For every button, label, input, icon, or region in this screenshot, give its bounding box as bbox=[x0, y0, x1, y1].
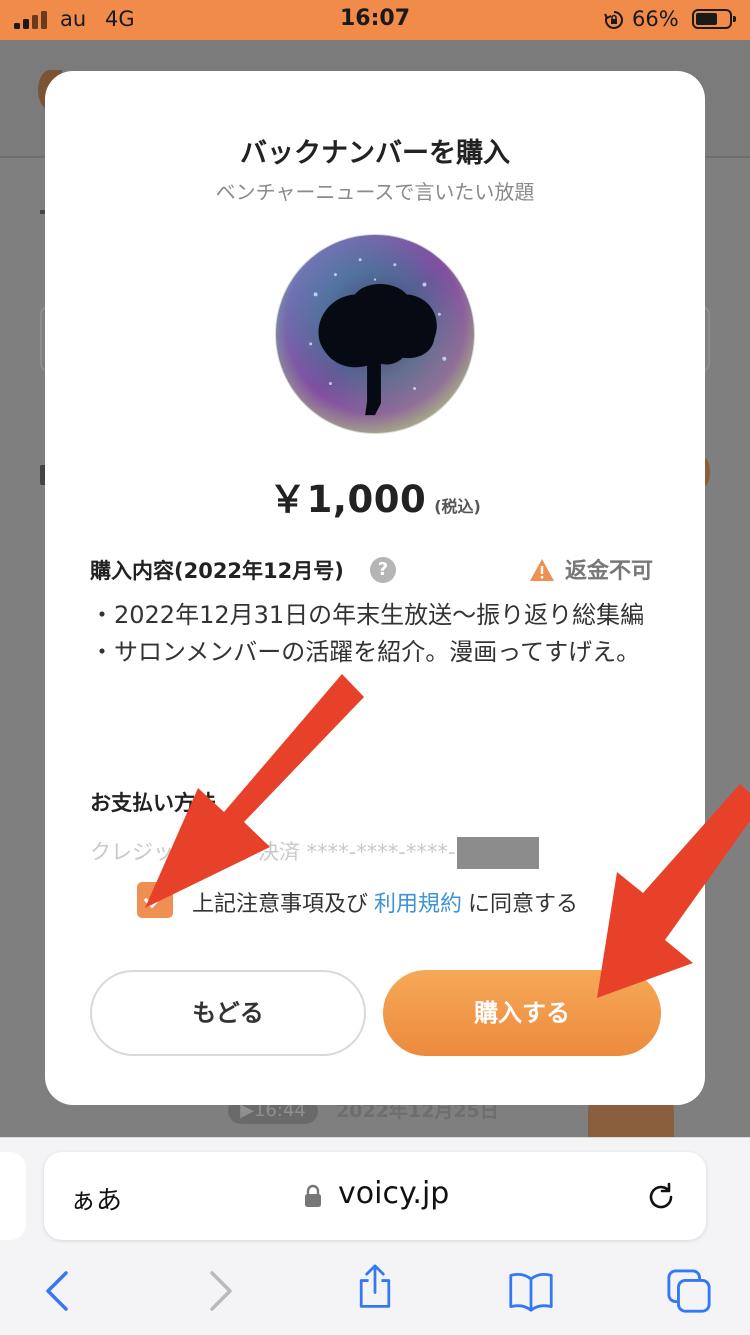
modal-title: バックナンバーを購入 bbox=[240, 138, 510, 169]
tabs-icon[interactable] bbox=[666, 1268, 712, 1314]
price: ￥1,000 (税込) bbox=[45, 469, 705, 523]
agree-label: 上記注意事項及び 利用規約 に同意する bbox=[192, 886, 578, 918]
redacted-card-number bbox=[457, 837, 540, 869]
no-refund-label: 返金不可 bbox=[565, 559, 654, 584]
payment-title: お支払い方法 bbox=[90, 791, 216, 815]
agree-checkbox[interactable] bbox=[137, 882, 173, 918]
details-line: ・2022年12月31日の年末生放送〜振り返り総集編 bbox=[90, 601, 645, 629]
payment-method: クレジットカード決済 ****-****-****- bbox=[90, 836, 540, 869]
battery-icon bbox=[692, 9, 736, 29]
price-amount: ￥1,000 bbox=[269, 478, 427, 521]
purchase-modal: バックナンバーを購入 ベンチャーニュースで言いたい放題 ￥1,000 (税込) … bbox=[45, 71, 705, 1105]
payment-method-label: クレジットカード決済 ****-****-****- bbox=[90, 840, 456, 864]
help-icon[interactable]: ? bbox=[370, 557, 396, 583]
agree-suffix: に同意する bbox=[468, 892, 579, 917]
agree-prefix: 上記注意事項及び bbox=[192, 892, 369, 917]
forward-icon[interactable] bbox=[196, 1268, 242, 1314]
address-bar[interactable]: ぁあ voicy.jp bbox=[44, 1152, 706, 1240]
terms-link[interactable]: 利用規約 bbox=[374, 892, 462, 917]
details-body: ・2022年12月31日の年末生放送〜振り返り総集編 ・サロンメンバーの活躍を紹… bbox=[90, 597, 660, 671]
details-line: ・サロンメンバーの活躍を紹介。漫画ってすげえ。 bbox=[90, 638, 641, 666]
warning-icon bbox=[530, 559, 554, 581]
reload-icon[interactable] bbox=[644, 1180, 678, 1214]
details-title: 購入内容(2022年12月号) bbox=[90, 559, 344, 583]
back-icon[interactable] bbox=[36, 1268, 82, 1314]
back-button[interactable]: もどる bbox=[90, 970, 366, 1056]
lock-icon bbox=[305, 1184, 321, 1207]
status-bar: au 4G 16:07 66% bbox=[0, 0, 750, 40]
page-settings-button[interactable]: ぁあ bbox=[70, 1180, 122, 1217]
channel-name: ベンチャーニュースで言いたい放題 bbox=[215, 180, 535, 204]
battery-percent: 66% bbox=[632, 7, 679, 31]
rotation-lock-icon bbox=[604, 11, 623, 29]
previous-tab-peek[interactable] bbox=[0, 1152, 26, 1240]
bookmarks-icon[interactable] bbox=[508, 1268, 554, 1314]
channel-cover-image bbox=[275, 234, 475, 434]
purchase-button[interactable]: 購入する bbox=[383, 970, 661, 1056]
tax-note: (税込) bbox=[434, 497, 481, 516]
url-text[interactable]: voicy.jp bbox=[338, 1176, 449, 1211]
share-icon[interactable] bbox=[352, 1264, 398, 1310]
